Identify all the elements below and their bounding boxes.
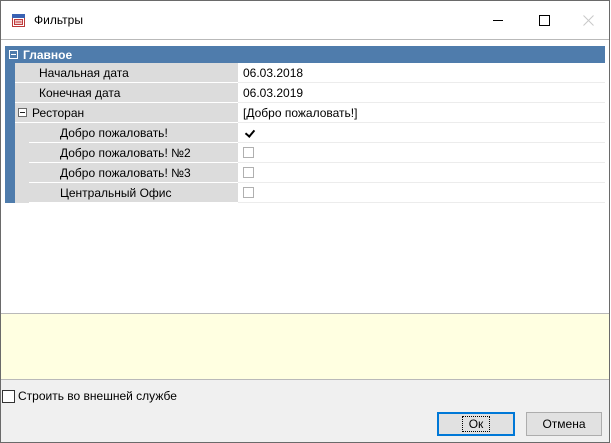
restaurant-option-label: Добро пожаловать! №3 [60,165,191,180]
row-gutter [5,163,15,183]
maximize-button[interactable] [521,1,567,39]
row-gutter [5,63,15,83]
maximize-icon [538,14,550,26]
restaurant-option-row[interactable]: Добро пожаловать! [5,123,605,143]
row-indent [15,183,29,203]
external-service-option[interactable]: Строить во внешней службе [2,389,177,403]
property-name: Добро пожаловать! №2 [29,143,238,163]
restaurant-option-label: Центральный Офис [60,185,172,200]
start-date-field[interactable]: 06.03.2018 [238,63,605,83]
filters-dialog: Фильтры Главное Начальная дата 06.03.201 [0,0,610,443]
restaurant-option-label: Добро пожаловать! [60,125,168,140]
window-title: Фильтры [34,13,83,27]
row-indent [15,143,29,163]
restaurant-option-row[interactable]: Добро пожаловать! №3 [5,163,605,183]
restaurant-option-value[interactable] [238,143,605,163]
row-gutter [5,103,15,123]
end-date-field[interactable]: 06.03.2019 [238,83,605,103]
property-row-restaurant[interactable]: Ресторан [Добро пожаловать!] [5,103,605,123]
close-icon [582,14,594,26]
property-row-end-date[interactable]: Конечная дата 06.03.2019 [5,83,605,103]
restaurant-option-checkbox[interactable] [243,147,254,158]
section-header[interactable]: Главное [5,46,605,63]
start-date-label: Начальная дата [39,65,129,80]
row-gutter [5,143,15,163]
description-panel [1,314,609,380]
restaurant-option-checkbox[interactable] [243,167,254,178]
row-gutter [5,123,15,143]
cancel-button[interactable]: Отмена [526,412,602,436]
restaurant-option-checkbox[interactable] [243,187,254,198]
property-grid: Главное Начальная дата 06.03.2018 Конечн… [5,46,605,203]
restaurant-option-label: Добро пожаловать! №2 [60,145,191,160]
start-date-value: 06.03.2018 [243,65,304,80]
minimize-button[interactable] [475,1,521,39]
restaurant-option-value[interactable] [238,163,605,183]
row-indent [15,123,29,143]
restaurant-option-row[interactable]: Добро пожаловать! №2 [5,143,605,163]
ok-button[interactable]: Ок [437,412,515,436]
cancel-button-label: Отмена [542,417,586,431]
restaurant-option-value[interactable] [238,183,605,203]
collapse-icon[interactable] [18,108,27,117]
title-bar[interactable]: Фильтры [1,1,609,39]
end-date-label: Конечная дата [39,85,121,100]
minimize-icon [493,20,503,21]
restaurant-option-checkbox[interactable] [243,127,254,138]
external-service-label: Строить во внешней службе [18,389,177,403]
property-row-start-date[interactable]: Начальная дата 06.03.2018 [5,63,605,83]
collapse-icon[interactable] [9,50,18,59]
property-name: Добро пожаловать! №3 [29,163,238,183]
property-name: Начальная дата [15,63,238,83]
restaurant-value: [Добро пожаловать!] [243,105,358,120]
property-name: Ресторан [15,103,238,123]
property-name: Конечная дата [15,83,238,103]
ok-button-label: Ок [461,416,491,432]
restaurant-option-row[interactable]: Центральный Офис [5,183,605,203]
row-indent [15,163,29,183]
end-date-value: 06.03.2019 [243,85,304,100]
section-title: Главное [23,47,73,62]
filter-form-icon [12,14,25,27]
close-button[interactable] [567,1,609,39]
property-grid-area: Главное Начальная дата 06.03.2018 Конечн… [1,39,609,314]
restaurant-field[interactable]: [Добро пожаловать!] [238,103,605,123]
restaurant-option-value[interactable] [238,123,605,143]
row-gutter [5,83,15,103]
property-name: Центральный Офис [29,183,238,203]
row-gutter [5,183,15,203]
external-service-checkbox[interactable] [2,389,15,403]
property-name: Добро пожаловать! [29,123,238,143]
restaurant-label: Ресторан [32,105,85,120]
